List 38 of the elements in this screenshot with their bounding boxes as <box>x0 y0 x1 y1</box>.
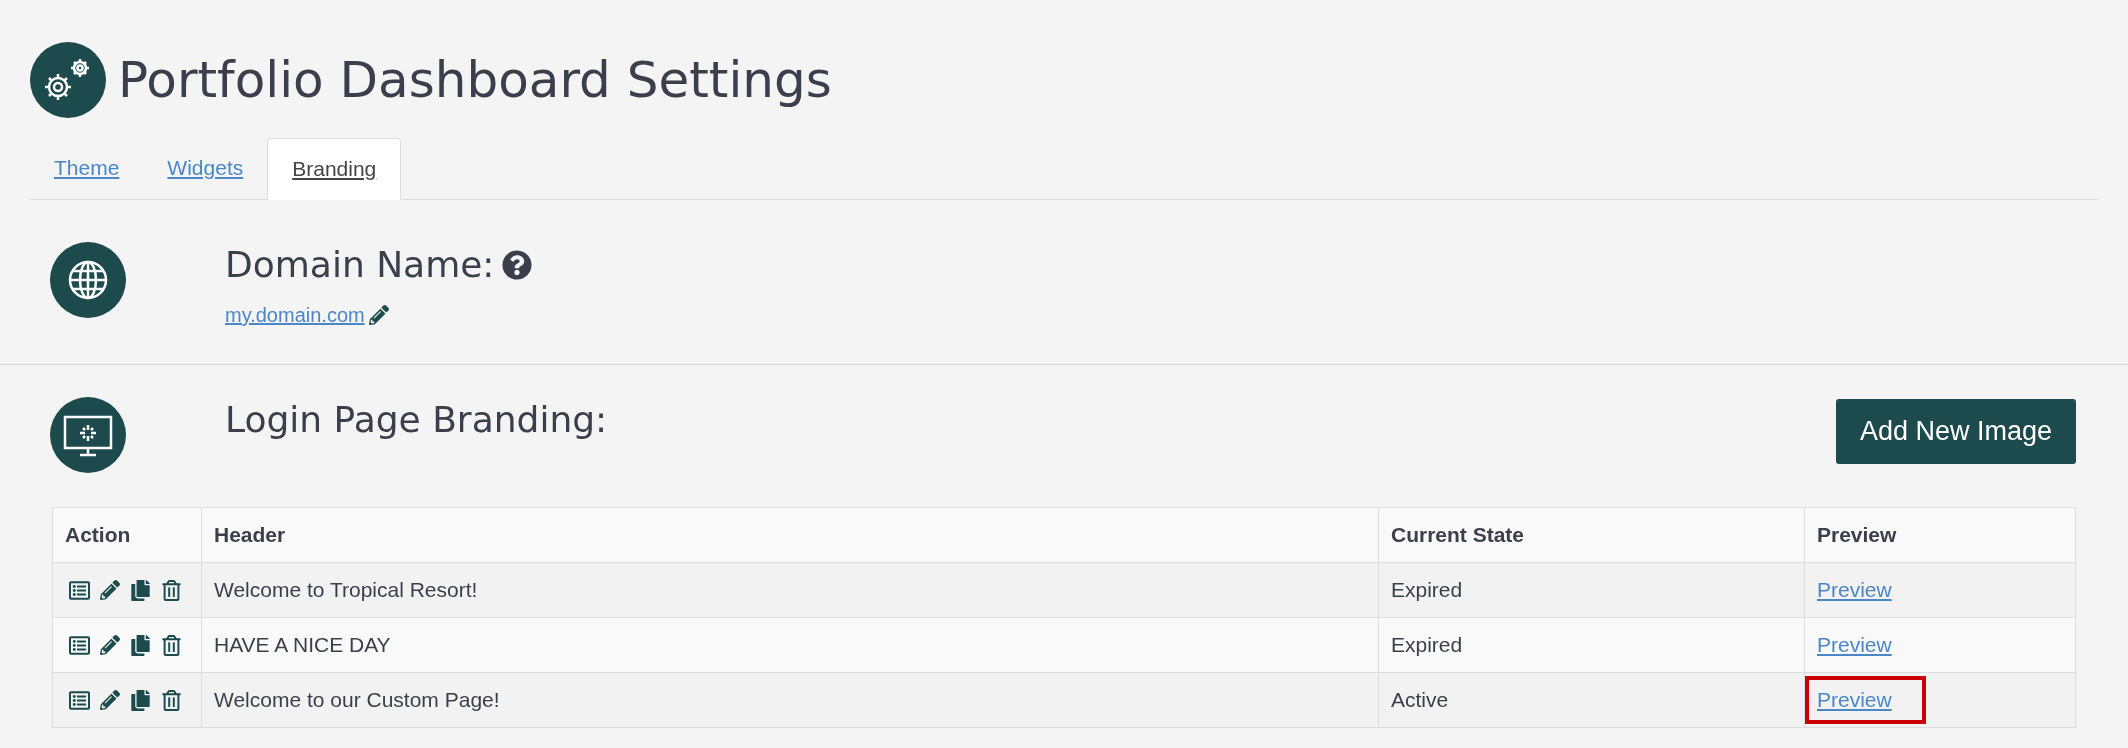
list-icon[interactable] <box>69 579 90 601</box>
globe-icon <box>50 242 126 318</box>
table-cell: Active <box>1378 672 1805 728</box>
gears-icon <box>30 42 106 118</box>
pencil-icon[interactable] <box>368 305 389 325</box>
list-icon[interactable] <box>69 634 90 656</box>
column-header: Preview <box>1804 507 2076 563</box>
section-heading: Domain Name: <box>225 243 495 287</box>
tab[interactable]: Widgets <box>143 137 268 199</box>
trash-icon[interactable] <box>161 689 182 711</box>
page-title: Portfolio Dashboard Settings <box>118 49 832 111</box>
table-cell: HAVE A NICE DAY <box>201 617 1379 673</box>
copy-icon[interactable] <box>130 634 151 656</box>
table-cell: Expired <box>1378 562 1805 618</box>
tab[interactable]: Theme <box>30 137 144 199</box>
preview-link[interactable]: Preview <box>1817 574 1892 606</box>
column-header: Action <box>52 507 202 563</box>
list-icon[interactable] <box>69 689 90 711</box>
column-header: Current State <box>1378 507 1805 563</box>
add-image-button[interactable]: Add New Image <box>1835 399 2076 464</box>
section-heading: Login Page Branding: <box>225 398 608 442</box>
pencil-icon[interactable] <box>100 635 120 655</box>
copy-icon[interactable] <box>130 579 151 601</box>
copy-icon[interactable] <box>130 689 151 711</box>
monitor-icon <box>50 397 126 473</box>
pencil-icon[interactable] <box>100 690 120 710</box>
preview-link[interactable]: Preview <box>1805 676 1926 724</box>
tab[interactable]: Branding <box>267 138 402 200</box>
table-cell: Expired <box>1378 617 1805 673</box>
pencil-icon[interactable] <box>100 580 120 600</box>
trash-icon[interactable] <box>161 634 182 656</box>
preview-link[interactable]: Preview <box>1817 629 1892 661</box>
trash-icon[interactable] <box>161 579 182 601</box>
domain-link[interactable]: my.domain.com <box>225 300 365 330</box>
help-icon[interactable] <box>502 250 533 280</box>
table-cell: Welcome to our Custom Page! <box>201 672 1379 728</box>
column-header: Header <box>201 507 1379 563</box>
table-cell: Welcome to Tropical Resort! <box>201 562 1379 618</box>
